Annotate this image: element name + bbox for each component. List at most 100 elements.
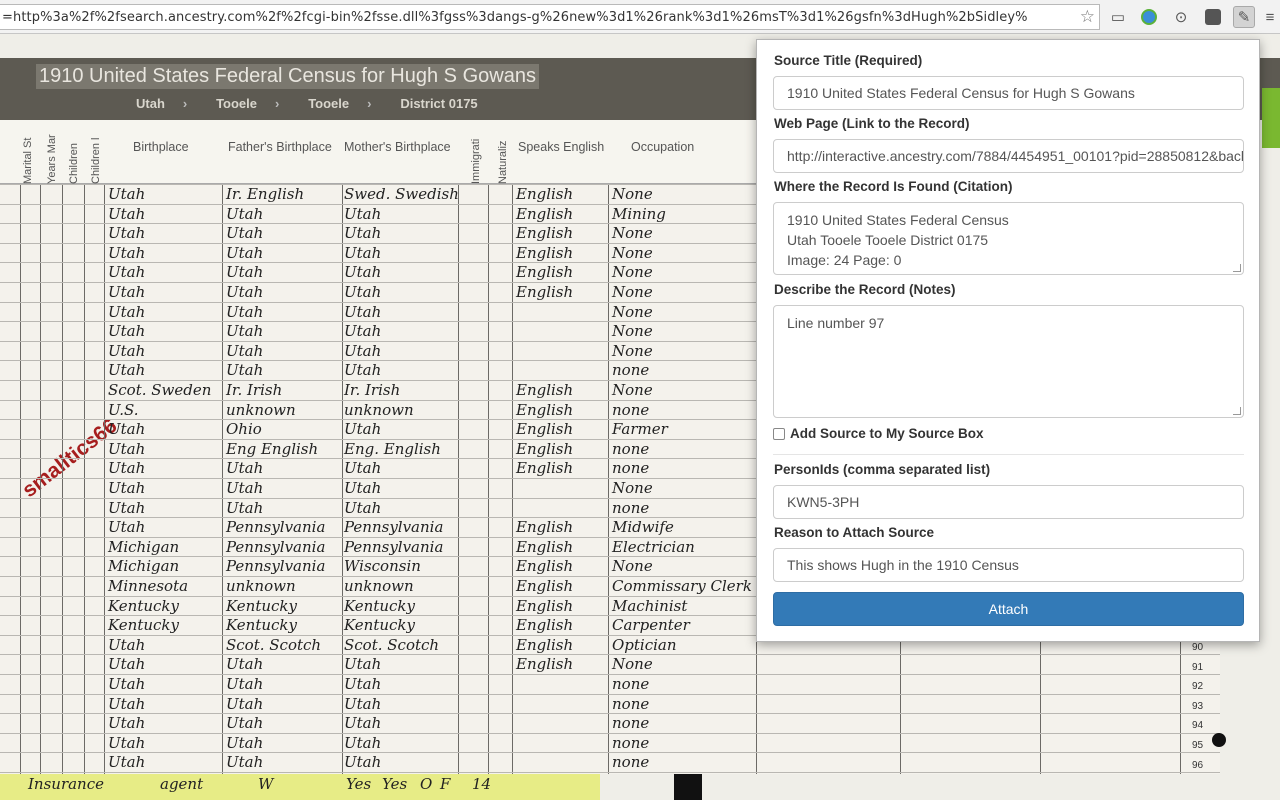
handwritten-english-cell: English bbox=[516, 459, 574, 478]
handwritten-occupation-cell: Carpenter bbox=[612, 616, 690, 635]
green-tab[interactable] bbox=[1262, 88, 1280, 148]
handwritten-father-cell: Utah bbox=[226, 341, 264, 360]
handwritten-occupation-cell: Machinist bbox=[612, 596, 688, 615]
source-box-checkbox[interactable] bbox=[773, 427, 785, 440]
cast-icon[interactable]: ▭ bbox=[1107, 6, 1129, 28]
handwritten-birthplace-cell: Utah bbox=[108, 322, 146, 341]
handwritten-bottom-cell: O bbox=[420, 775, 433, 793]
column-header: Immigrati bbox=[470, 138, 482, 184]
reason-input[interactable]: This shows Hugh in the 1910 Census bbox=[773, 548, 1244, 582]
citation-line: Utah Tooele Tooele District 0175 bbox=[787, 232, 989, 248]
grid-column-line bbox=[458, 184, 459, 774]
handwritten-bottom-cell: Insurance bbox=[28, 775, 104, 793]
handwritten-birthplace-cell: Scot. Sweden bbox=[108, 381, 212, 399]
handwritten-birthplace-cell: Utah bbox=[108, 439, 146, 458]
handwritten-english-cell: English bbox=[516, 283, 574, 301]
handwritten-bottom-cell: Yes bbox=[346, 775, 372, 793]
handwritten-birthplace-cell: Utah bbox=[108, 263, 146, 282]
handwritten-occupation-cell: Commissary Clerk bbox=[612, 577, 752, 595]
menu-icon[interactable]: ≡ bbox=[1262, 6, 1278, 28]
web-page-input[interactable]: http://interactive.ancestry.com/7884/445… bbox=[773, 139, 1244, 173]
column-header: Children l bbox=[90, 137, 102, 184]
breadcrumb-state[interactable]: Utah bbox=[136, 96, 165, 111]
handwritten-father-cell: Utah bbox=[226, 753, 264, 772]
breadcrumb-district[interactable]: District 0175 bbox=[400, 96, 477, 111]
resize-handle-icon[interactable] bbox=[1233, 264, 1241, 272]
handwritten-father-cell: Kentucky bbox=[226, 616, 297, 635]
source-title-label: Source Title (Required) bbox=[774, 53, 923, 68]
handwritten-birthplace-cell: Utah bbox=[108, 243, 146, 262]
address-text[interactable]: =http%3a%2f%2fsearch.ancestry.com%2f%2fc… bbox=[2, 10, 1028, 25]
handwritten-bottom-cell: F bbox=[440, 775, 451, 793]
handwritten-occupation-cell: none bbox=[612, 439, 650, 458]
handwritten-english-cell: English bbox=[516, 577, 574, 595]
handwritten-mother-cell: Utah bbox=[344, 655, 382, 674]
handwritten-birthplace-cell: Utah bbox=[108, 675, 146, 693]
handwritten-mother-cell: Utah bbox=[344, 322, 382, 341]
grid-row-line bbox=[0, 732, 1220, 734]
grid-column-line bbox=[20, 184, 21, 774]
handwritten-birthplace-cell: Utah bbox=[108, 302, 146, 321]
grid-column-line bbox=[488, 184, 489, 774]
handwritten-father-cell: Ir. English bbox=[226, 185, 305, 203]
source-box-label[interactable]: Add Source to My Source Box bbox=[790, 426, 984, 441]
paperclip-icon[interactable]: ✎ bbox=[1233, 6, 1255, 28]
star-icon[interactable]: ☆ bbox=[1080, 7, 1095, 27]
handwritten-father-cell: Utah bbox=[226, 302, 264, 321]
browser-toolbar: =http%3a%2f%2fsearch.ancestry.com%2f%2fc… bbox=[0, 0, 1280, 34]
grid-column-line bbox=[104, 184, 105, 774]
handwritten-mother-cell: Utah bbox=[344, 753, 382, 772]
attach-source-popup: Source Title (Required) 1910 United Stat… bbox=[756, 39, 1260, 642]
divider bbox=[773, 454, 1244, 455]
ink-dot bbox=[1212, 733, 1226, 747]
grid-column-line bbox=[62, 184, 63, 774]
source-title-input[interactable]: 1910 United States Federal Census for Hu… bbox=[773, 76, 1244, 110]
handwritten-occupation-cell: None bbox=[612, 263, 653, 282]
notes-textarea[interactable]: Line number 97 bbox=[773, 305, 1244, 418]
code-icon[interactable]: ⊙ bbox=[1170, 6, 1192, 28]
handwritten-birthplace-cell: Utah bbox=[108, 694, 146, 713]
handwritten-mother-cell: Utah bbox=[344, 263, 382, 282]
row-number: 95 bbox=[1192, 740, 1204, 751]
handwritten-occupation-cell: none bbox=[612, 675, 650, 693]
column-header: Marital St bbox=[22, 137, 34, 184]
handwritten-english-cell: English bbox=[516, 263, 574, 282]
handwritten-birthplace-cell: Utah bbox=[108, 204, 146, 223]
address-bar[interactable]: =http%3a%2f%2fsearch.ancestry.com%2f%2fc… bbox=[0, 4, 1100, 30]
citation-textarea[interactable]: 1910 United States Federal Census Utah T… bbox=[773, 202, 1244, 275]
column-header: Birthplace bbox=[133, 140, 189, 154]
handwritten-english-cell: English bbox=[516, 243, 574, 262]
handwritten-occupation-cell: None bbox=[612, 557, 653, 576]
handwritten-father-cell: unknown bbox=[226, 400, 296, 419]
person-ids-input[interactable]: KWN5-3PH bbox=[773, 485, 1244, 519]
breadcrumb-city[interactable]: Tooele bbox=[308, 96, 349, 111]
source-box-checkbox-row[interactable]: Add Source to My Source Box bbox=[773, 426, 984, 441]
globe-icon[interactable] bbox=[1138, 6, 1160, 28]
handwritten-birthplace-cell: Utah bbox=[108, 714, 146, 733]
breadcrumb-county[interactable]: Tooele bbox=[216, 96, 257, 111]
resize-handle-icon[interactable] bbox=[1233, 407, 1241, 415]
column-header: Children bbox=[68, 143, 80, 184]
handwritten-mother-cell: Utah bbox=[344, 420, 382, 439]
column-header: Father's Birthplace bbox=[228, 140, 332, 154]
handwritten-birthplace-cell: Utah bbox=[108, 459, 146, 478]
next-row-strip: Insurance agent W Yes Yes O F 14 bbox=[0, 774, 600, 800]
handwritten-birthplace-cell: Utah bbox=[108, 361, 146, 380]
handwritten-birthplace-cell: U.S. bbox=[108, 400, 139, 419]
person-ids-label: PersonIds (comma separated list) bbox=[774, 462, 991, 477]
row-number: 96 bbox=[1192, 759, 1204, 771]
grid-column-line bbox=[40, 184, 41, 774]
grid-row-line bbox=[0, 772, 1220, 773]
attach-button[interactable]: Attach bbox=[773, 592, 1244, 626]
row-number: 92 bbox=[1192, 681, 1204, 693]
handwritten-birthplace-cell: Utah bbox=[108, 518, 146, 537]
shield-icon[interactable] bbox=[1202, 6, 1224, 28]
handwritten-birthplace-cell: Utah bbox=[108, 479, 146, 497]
handwritten-father-cell: Utah bbox=[226, 459, 264, 478]
handwritten-english-cell: English bbox=[516, 596, 574, 615]
handwritten-mother-cell: Swed. Swedish bbox=[344, 185, 459, 203]
breadcrumb: Utah › Tooele › Tooele › District 0175 bbox=[136, 96, 496, 111]
handwritten-mother-cell: unknown bbox=[344, 577, 414, 595]
grid-column-line bbox=[222, 184, 223, 774]
handwritten-mother-cell: Utah bbox=[344, 733, 382, 752]
